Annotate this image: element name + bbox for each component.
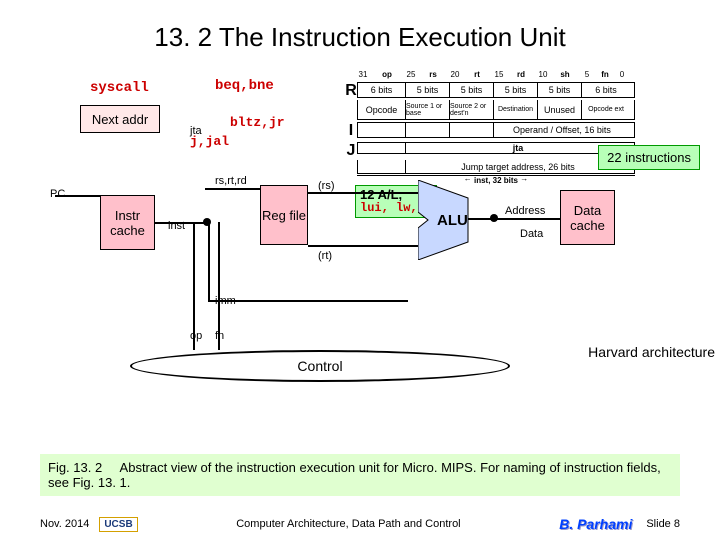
syscall-label: syscall xyxy=(90,80,149,96)
w6a: 6 bits xyxy=(358,83,406,97)
address-label: Address xyxy=(505,205,545,217)
rs-out-label: (rs) xyxy=(318,180,335,192)
instr-cache-text: Instr cache xyxy=(101,208,154,238)
bltz-jr-label: bltz,jr xyxy=(230,115,285,130)
slide-title: 13. 2 The Instruction Execution Unit xyxy=(0,0,720,53)
enc-J-label: J xyxy=(345,142,357,160)
hdr-rs: rs xyxy=(417,70,449,82)
rt-out-label: (rt) xyxy=(318,250,332,262)
I-operand: Operand / Offset, 16 bits xyxy=(494,123,630,137)
enc-R-row: Opcode Source 1 or base Source 2 or dest… xyxy=(345,100,635,120)
slide-number: Slide 8 xyxy=(646,518,680,530)
control-ellipse: Control xyxy=(130,350,510,382)
hdr-rd: rd xyxy=(505,70,537,82)
next-addr-text: Next addr xyxy=(92,112,148,127)
bit25: 25 xyxy=(405,70,417,82)
enc-inst32: inst, 32 bits xyxy=(474,176,518,185)
bit15: 15 xyxy=(493,70,505,82)
line-op-v xyxy=(193,222,195,350)
reg-file-box: Reg file xyxy=(260,185,308,245)
R-unused: Unused xyxy=(538,100,582,119)
bit5: 5 xyxy=(581,70,593,82)
ucsb-logo: UCSB xyxy=(99,517,137,532)
fig-text: Abstract view of the instruction executi… xyxy=(48,460,661,490)
line-inst xyxy=(155,222,205,224)
footer: Nov. 2014 UCSB Computer Architecture, Da… xyxy=(40,516,680,532)
figure-caption: Fig. 13. 2 Abstract view of the instruct… xyxy=(40,454,680,496)
line-imm-h xyxy=(208,300,408,302)
line-alu-out xyxy=(468,218,560,220)
enc-bit-header: 31 op 25 rs 20 rt 15 rd 10 sh 5 fn 0 xyxy=(345,70,635,82)
w5d: 5 bits xyxy=(538,83,582,97)
line-fn-v xyxy=(218,222,220,350)
data-label: Data xyxy=(520,228,543,240)
line-rsrtrd xyxy=(205,188,260,190)
data-cache-text: Data cache xyxy=(561,203,614,233)
pc-label: PC xyxy=(50,188,65,200)
diagram-area: syscall beq,bne Next addr bltz,jr jta j,… xyxy=(60,70,660,400)
author-name: B. Parhami xyxy=(559,516,632,532)
enc-R-label: R xyxy=(345,82,357,100)
R-dest: Destination xyxy=(494,100,538,119)
junction-1 xyxy=(203,218,211,226)
junction-2 xyxy=(490,214,498,222)
harvard-label: Harvard architecture xyxy=(588,345,715,360)
footer-date: Nov. 2014 xyxy=(40,518,89,530)
enc-I-row: I Operand / Offset, 16 bits xyxy=(345,122,635,140)
R-src1: Source 1 or base xyxy=(406,100,450,119)
instr-cache-box: Instr cache xyxy=(100,195,155,250)
line-rt xyxy=(308,245,418,247)
line-rs xyxy=(308,192,418,194)
control-text: Control xyxy=(297,358,342,374)
alu-label: ALU xyxy=(437,212,468,229)
next-addr-box: Next addr xyxy=(80,105,160,133)
line-pc xyxy=(55,195,100,197)
data-cache-box: Data cache xyxy=(560,190,615,245)
w5a: 5 bits xyxy=(406,83,450,97)
instruction-count-badge: 22 instructions xyxy=(598,145,700,170)
op-label: op xyxy=(190,330,202,342)
fig-number: Fig. 13. 2 xyxy=(48,460,102,475)
enc-J-row1: J jta xyxy=(345,142,635,160)
beq-bne-label: beq,bne xyxy=(215,78,274,94)
R-ext: Opcode ext xyxy=(582,100,630,119)
bit10: 10 xyxy=(537,70,549,82)
bit0: 0 xyxy=(617,70,627,82)
footer-center: Computer Architecture, Data Path and Con… xyxy=(236,518,460,530)
w5c: 5 bits xyxy=(494,83,538,97)
R-src2: Source 2 or dest'n xyxy=(450,100,494,119)
J-bottom: Jump target address, 26 bits xyxy=(406,160,630,173)
bit20: 20 xyxy=(449,70,461,82)
R-opcode: Opcode xyxy=(358,100,406,119)
enc-width-row: R 6 bits 5 bits 5 bits 5 bits 5 bits 6 b… xyxy=(345,82,635,100)
line-imm-v xyxy=(208,222,210,300)
J-jta: jta xyxy=(406,143,630,153)
enc-I-label: I xyxy=(345,122,357,140)
reg-file-text: Reg file xyxy=(262,208,306,223)
hdr-fn: fn xyxy=(593,70,617,82)
w6b: 6 bits xyxy=(582,83,630,97)
enc-J-row2: Jump target address, 26 bits xyxy=(345,160,635,174)
hdr-op: op xyxy=(369,70,405,82)
hdr-sh: sh xyxy=(549,70,581,82)
w5b: 5 bits xyxy=(450,83,494,97)
hdr-rt: rt xyxy=(461,70,493,82)
enc-inst-row: ← inst, 32 bits → xyxy=(345,174,635,185)
j-jal-label: j,jal xyxy=(190,134,229,149)
instruction-encoding: 31 op 25 rs 20 rt 15 rd 10 sh 5 fn 0 R 6… xyxy=(345,70,635,185)
rs-rt-rd-label: rs,rt,rd xyxy=(215,175,247,187)
bit31: 31 xyxy=(357,70,369,82)
